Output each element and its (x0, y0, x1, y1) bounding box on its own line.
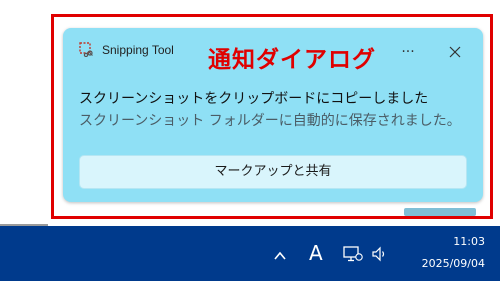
ime-indicator[interactable]: A (309, 241, 323, 265)
network-icon[interactable] (343, 245, 363, 263)
volume-icon[interactable] (371, 246, 389, 262)
annotation-frame (51, 14, 493, 219)
chevron-up-icon[interactable] (272, 248, 288, 264)
clock-date[interactable]: 2025/09/04 (403, 257, 485, 270)
taskbar (0, 226, 500, 281)
clock-time[interactable]: 11:03 (440, 235, 485, 248)
